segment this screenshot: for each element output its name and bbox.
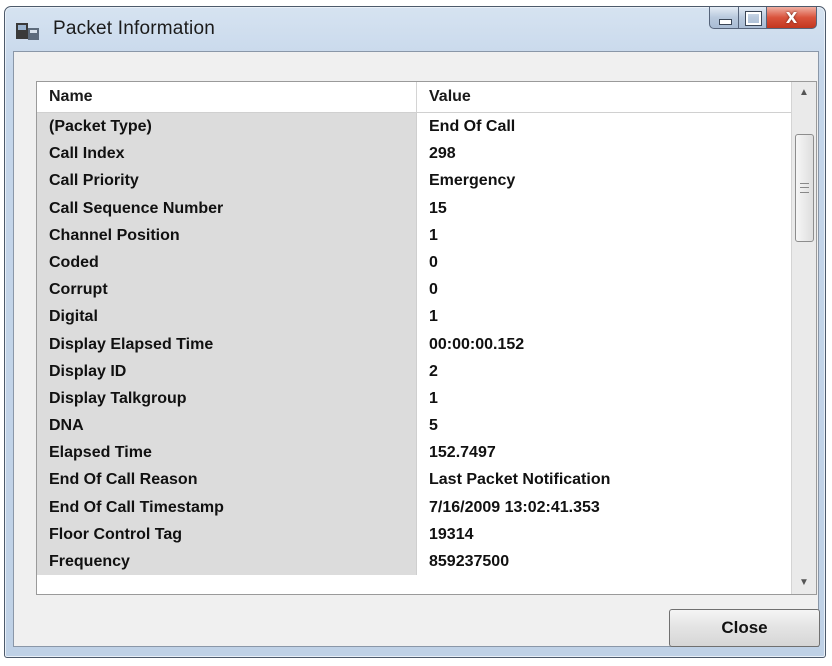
property-value-cell[interactable]: 00:00:00.152 [417, 330, 792, 358]
scroll-down-arrow-icon[interactable]: ▼ [792, 572, 816, 594]
property-value-cell[interactable]: 19314 [417, 520, 792, 548]
property-name-cell: End Of Call Reason [37, 466, 417, 494]
table-row[interactable]: DNA 5 [37, 412, 792, 440]
property-name-cell: Display Talkgroup [37, 384, 417, 413]
packet-information-window: Packet Information X Name Value (Packet … [4, 6, 826, 658]
table-row[interactable]: (Packet Type) End Of Call [37, 113, 792, 141]
column-header-name[interactable]: Name [37, 82, 417, 112]
property-name-cell: Call Sequence Number [37, 194, 417, 222]
table-row[interactable]: End Of Call Reason Last Packet Notificati… [37, 466, 792, 494]
table-row[interactable]: Elapsed Time 152.7497 [37, 439, 792, 467]
property-value-cell[interactable]: 1 [417, 303, 792, 331]
maximize-button[interactable] [739, 7, 767, 29]
property-value-cell[interactable]: 5 [417, 412, 792, 440]
property-name-cell: Call Priority [37, 167, 417, 195]
property-value-cell[interactable]: 1 [417, 384, 792, 413]
maximize-icon [746, 12, 761, 25]
property-value-cell[interactable]: 0 [417, 276, 792, 304]
property-name-cell: Coded [37, 248, 417, 277]
property-value-cell[interactable]: 152.7497 [417, 439, 792, 467]
property-value-cell[interactable]: 2 [417, 357, 792, 385]
property-name-cell: Channel Position [37, 221, 417, 249]
minimize-button[interactable] [709, 7, 739, 29]
property-value-cell[interactable]: 1 [417, 221, 792, 249]
property-name-cell: Corrupt [37, 276, 417, 304]
table-row[interactable]: Coded 0 [37, 248, 792, 277]
property-grid-table: Name Value (Packet Type) End Of Call Call … [37, 82, 792, 594]
scroll-up-arrow-icon[interactable]: ▲ [792, 82, 816, 104]
table-row[interactable]: Floor Control Tag 19314 [37, 520, 792, 548]
scrollbar-grip-icon [800, 183, 809, 193]
table-row[interactable]: Display Elapsed Time 00:00:00.152 [37, 330, 792, 358]
window-title: Packet Information [53, 18, 216, 39]
packet-info-icon [16, 23, 39, 40]
property-name-cell: Display ID [37, 357, 417, 385]
table-row[interactable]: Display Talkgroup 1 [37, 384, 792, 413]
close-icon: X [785, 9, 798, 27]
close-button[interactable]: Close [669, 609, 820, 647]
table-row[interactable]: Call Sequence Number 15 [37, 194, 792, 222]
property-value-cell[interactable]: 7/16/2009 13:02:41.353 [417, 493, 792, 521]
property-value-cell[interactable]: Last Packet Notification [417, 466, 792, 494]
property-name-cell: Digital [37, 303, 417, 331]
table-row[interactable]: Digital 1 [37, 303, 792, 331]
property-name-cell: (Packet Type) [37, 113, 417, 141]
column-header-value[interactable]: Value [417, 82, 792, 112]
table-row[interactable]: Display ID 2 [37, 357, 792, 385]
property-value-cell[interactable]: 859237500 [417, 548, 792, 576]
dialog-client-area: Name Value (Packet Type) End Of Call Call … [13, 51, 820, 647]
table-row[interactable]: Frequency 859237500 [37, 548, 792, 576]
vertical-scrollbar[interactable]: ▲ ▼ [791, 82, 816, 594]
property-grid: Name Value (Packet Type) End Of Call Call … [36, 81, 817, 595]
grid-rows: (Packet Type) End Of Call Call Index 298 Cal… [37, 113, 792, 576]
property-value-cell[interactable]: 0 [417, 248, 792, 277]
property-name-cell: Display Elapsed Time [37, 330, 417, 358]
property-value-cell[interactable]: Emergency [417, 167, 792, 195]
caption-buttons: X [709, 7, 817, 29]
property-value-cell[interactable]: 15 [417, 194, 792, 222]
property-name-cell: Call Index [37, 140, 417, 168]
property-value-cell[interactable]: End Of Call [417, 113, 792, 141]
scrollbar-thumb[interactable] [795, 134, 814, 242]
property-name-cell: Floor Control Tag [37, 520, 417, 548]
table-row[interactable]: Corrupt 0 [37, 276, 792, 304]
table-row[interactable]: End Of Call Timestamp 7/16/2009 13:02:41.… [37, 493, 792, 521]
property-name-cell: DNA [37, 412, 417, 440]
table-row[interactable]: Channel Position 1 [37, 221, 792, 249]
property-name-cell: Frequency [37, 548, 417, 576]
property-name-cell: Elapsed Time [37, 439, 417, 467]
table-row[interactable]: Call Priority Emergency [37, 167, 792, 195]
window-close-button[interactable]: X [767, 7, 817, 29]
property-name-cell: End Of Call Timestamp [37, 493, 417, 521]
property-value-cell[interactable]: 298 [417, 140, 792, 168]
minimize-icon [719, 19, 732, 25]
title-bar[interactable]: Packet Information X [5, 7, 825, 51]
table-row[interactable]: Call Index 298 [37, 140, 792, 168]
grid-header-row: Name Value [37, 82, 792, 113]
